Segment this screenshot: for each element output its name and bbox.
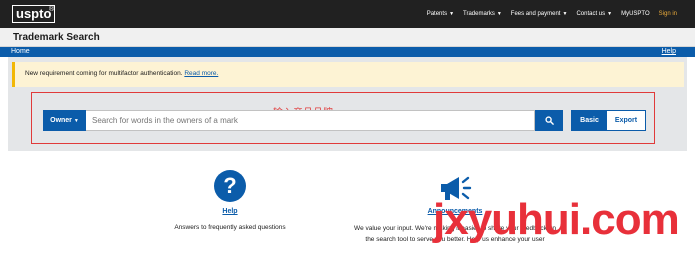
top-bar: uspto ® Patents ▼ Trademarks ▼ Fees and pa… — [0, 0, 695, 28]
nav-contact-label: Contact us — [576, 11, 606, 17]
chevron-down-icon: ▼ — [562, 11, 568, 17]
help-link[interactable]: Help — [662, 47, 676, 57]
nav-patents[interactable]: Patents ▼ — [427, 11, 454, 17]
top-nav: Patents ▼ Trademarks ▼ Fees and payment ▼ C… — [427, 0, 677, 28]
chevron-down-icon: ▼ — [449, 11, 455, 17]
home-link[interactable]: Home — [11, 47, 30, 57]
page-title: Trademark Search — [13, 32, 100, 43]
alert-text: New requirement coming for multifactor a… — [25, 70, 218, 77]
question-mark-icon[interactable]: ? — [214, 170, 246, 202]
watermark: jxyuhui.com — [433, 195, 680, 244]
search-button[interactable] — [535, 110, 563, 131]
nav-fees[interactable]: Fees and payment ▼ — [511, 11, 568, 17]
nav-fees-label: Fees and payment — [510, 11, 561, 17]
export-button[interactable]: Export — [607, 111, 645, 130]
breadcrumb-bar: Home Help — [0, 47, 695, 57]
nav-trademarks[interactable]: Trademarks ▼ — [463, 11, 502, 17]
chevron-down-icon: ▼ — [73, 117, 79, 124]
nav-myuspto[interactable]: MyUSPTO — [621, 11, 650, 17]
read-more-link[interactable]: Read more. — [184, 70, 218, 77]
help-card: ? Help Answers to frequently asked quest… — [160, 168, 300, 238]
registered-mark: ® — [49, 6, 55, 13]
nav-patents-label: Patents — [426, 11, 448, 17]
sign-in-link[interactable]: Sign in — [659, 11, 677, 17]
field-selector-label: Owner — [50, 117, 72, 124]
help-card-description: Answers to frequently asked questions — [174, 224, 286, 231]
basic-button[interactable]: Basic — [572, 111, 607, 130]
chevron-down-icon: ▼ — [496, 11, 502, 17]
search-icon — [544, 116, 554, 125]
chevron-down-icon: ▼ — [607, 11, 613, 17]
field-selector-dropdown[interactable]: Owner ▼ — [43, 110, 86, 131]
alert-banner: New requirement coming for multifactor a… — [12, 62, 684, 87]
title-bar: Trademark Search — [0, 28, 695, 47]
nav-trademarks-label: Trademarks — [463, 11, 495, 17]
help-card-title[interactable]: Help — [160, 208, 300, 215]
search-mode-toggle: Basic Export — [571, 110, 646, 131]
search-input[interactable] — [86, 110, 535, 131]
alert-message: New requirement coming for multifactor a… — [25, 70, 183, 77]
nav-contact[interactable]: Contact us ▼ — [576, 11, 612, 17]
